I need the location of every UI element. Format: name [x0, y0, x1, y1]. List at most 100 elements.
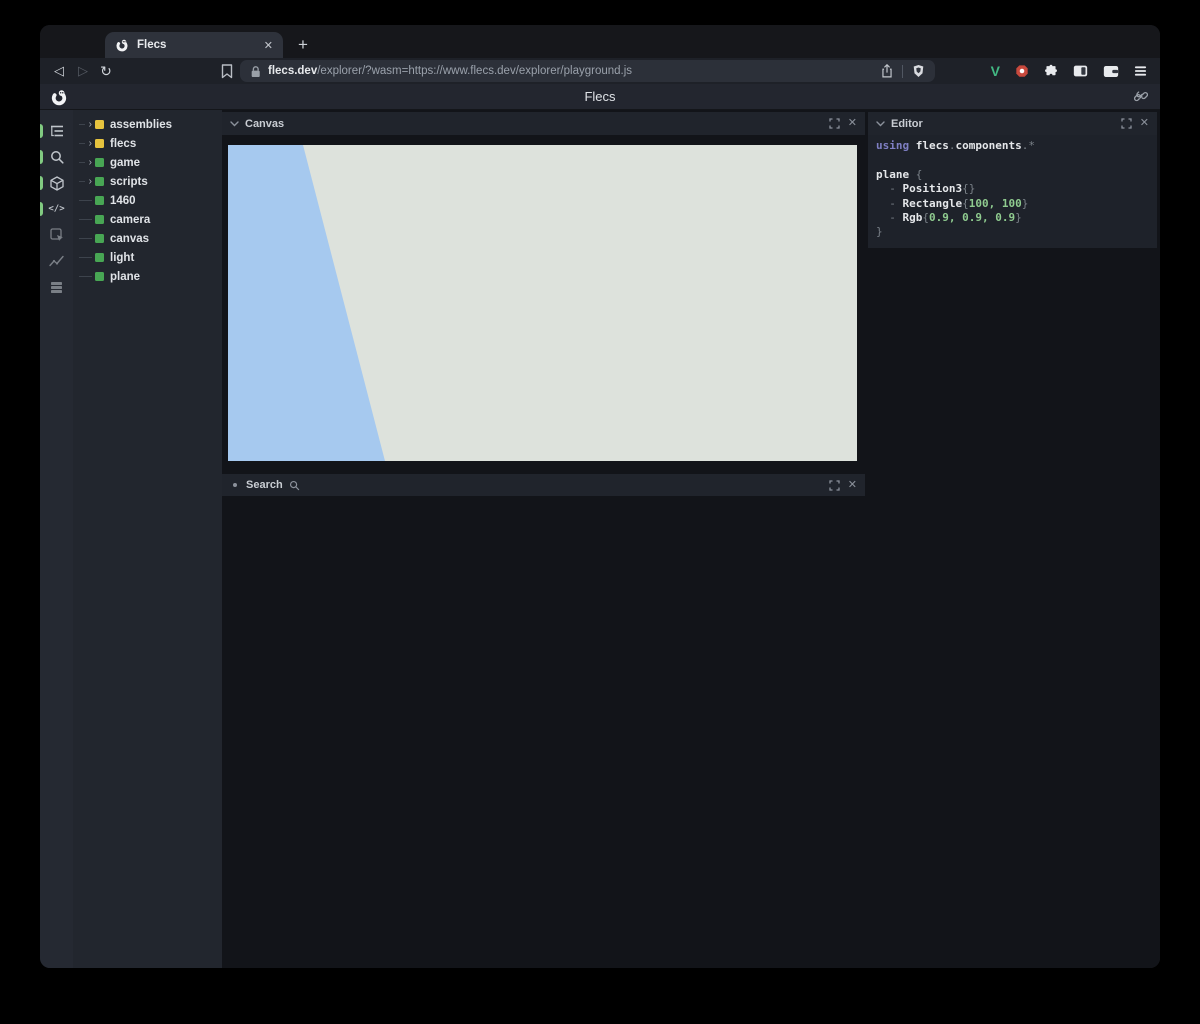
tool-search-icon[interactable] — [40, 144, 73, 170]
share-link-icon[interactable] — [1134, 90, 1148, 104]
active-indicator — [40, 176, 43, 190]
entity-color-swatch — [95, 272, 104, 281]
close-icon[interactable]: ✕ — [848, 480, 857, 491]
tool-code-icon[interactable]: </> — [40, 196, 73, 222]
tree-item-light[interactable]: light — [73, 248, 222, 267]
url-text[interactable]: flecs.dev/explorer/?wasm=https://www.fle… — [268, 65, 874, 77]
entity-label: light — [110, 252, 134, 264]
tool-inspect-icon[interactable] — [40, 222, 73, 248]
extensions-puzzle-icon[interactable] — [1044, 64, 1058, 78]
tool-entity-tree-icon[interactable] — [40, 118, 73, 144]
entity-color-swatch — [95, 196, 104, 205]
entity-color-swatch — [95, 253, 104, 262]
canvas-panel-title: Canvas — [245, 118, 823, 130]
fullscreen-icon[interactable] — [829, 480, 840, 491]
tab-favicon-flecs-logo — [115, 38, 129, 52]
active-indicator — [40, 124, 43, 138]
new-tab-button[interactable]: + — [290, 32, 316, 58]
tool-chart-icon[interactable] — [40, 248, 73, 274]
expand-arrow-icon[interactable]: › — [79, 172, 92, 191]
tree-connector — [79, 229, 92, 248]
expand-arrow-icon[interactable]: › — [79, 115, 92, 134]
tree-item-game[interactable]: › game — [73, 153, 222, 172]
url-bar[interactable]: flecs.dev/explorer/?wasm=https://www.fle… — [240, 60, 935, 82]
lock-icon — [250, 65, 261, 78]
entity-color-swatch — [95, 158, 104, 167]
entity-label: camera — [110, 214, 150, 226]
close-icon[interactable]: ✕ — [848, 118, 857, 129]
editor-panel-header: Editor ✕ — [868, 112, 1157, 135]
close-icon[interactable]: ✕ — [1140, 118, 1149, 129]
entity-color-swatch — [95, 234, 104, 243]
entity-label: flecs — [110, 138, 136, 150]
forward-button: ▷ — [72, 58, 94, 84]
wallet-icon[interactable] — [1103, 65, 1119, 78]
code-line — [876, 153, 1149, 167]
entity-label: game — [110, 157, 140, 169]
search-panel-header: Search ✕ — [222, 474, 865, 496]
app-header: Flecs — [40, 84, 1160, 110]
tree-item-flecs[interactable]: › flecs — [73, 134, 222, 153]
fullscreen-icon[interactable] — [829, 118, 840, 129]
tree-item-1460[interactable]: 1460 — [73, 191, 222, 210]
editor-panel-title: Editor — [891, 118, 1115, 130]
back-button[interactable]: ◁ — [48, 58, 70, 84]
tree-item-canvas[interactable]: canvas — [73, 229, 222, 248]
expand-arrow-icon[interactable]: › — [79, 153, 92, 172]
flecs-logo — [50, 88, 68, 106]
tree-connector — [79, 267, 92, 286]
entity-label: plane — [110, 271, 140, 283]
url-path: /explorer/?wasm=https://www.flecs.dev/ex… — [317, 65, 632, 77]
tree-item-plane[interactable]: plane — [73, 267, 222, 286]
chevron-down-icon[interactable] — [876, 121, 885, 127]
urlbar-separator — [902, 65, 903, 78]
share-icon[interactable] — [881, 64, 893, 78]
tree-item-assemblies[interactable]: ›assemblies — [73, 115, 222, 134]
collapsed-panel-dot[interactable] — [233, 483, 237, 487]
magnifier-icon — [289, 480, 823, 491]
canvas-panel-header: Canvas ✕ — [222, 112, 865, 135]
brave-shield-icon[interactable] — [912, 64, 925, 78]
reload-button[interactable]: ↻ — [95, 58, 117, 84]
entity-label: 1460 — [110, 195, 136, 207]
browser-window: Flecs ✕ + ◁ ▷ ↻ flecs.dev/explorer/?wasm… — [40, 25, 1160, 968]
tab-title: Flecs — [137, 39, 256, 51]
code-line: - Rectangle{100, 100} — [876, 197, 1149, 211]
page-title: Flecs — [40, 89, 1160, 104]
code-line: } — [876, 225, 1149, 239]
entity-color-swatch — [95, 177, 104, 186]
entity-tree-panel: ›assemblies›flecs›game›scripts1460camera… — [73, 110, 222, 968]
tool-strip: </> — [40, 110, 73, 968]
tool-stats-icon[interactable] — [40, 274, 73, 300]
search-panel-title: Search — [246, 479, 283, 491]
entity-color-swatch — [95, 139, 104, 148]
entity-tree-list: ›assemblies›flecs›game›scripts1460camera… — [73, 110, 222, 286]
menu-icon[interactable] — [1134, 65, 1147, 77]
tool-cube-icon[interactable] — [40, 170, 73, 196]
tree-connector — [79, 191, 92, 210]
code-line: - Position3{} — [876, 182, 1149, 196]
editor-code[interactable]: using flecs.components.* plane { - Posit… — [868, 135, 1157, 248]
browser-tab-bar: Flecs ✕ + — [40, 25, 1160, 58]
tool-list: </> — [40, 118, 73, 300]
bookmark-icon[interactable] — [217, 61, 237, 81]
entity-color-swatch — [95, 120, 104, 129]
tree-connector — [79, 248, 92, 267]
vue-devtools-icon[interactable]: V — [991, 63, 1000, 79]
extensions-row: V — [991, 58, 1147, 84]
tree-connector — [79, 210, 92, 229]
fullscreen-icon[interactable] — [1121, 118, 1132, 129]
expand-arrow-icon[interactable]: › — [79, 134, 92, 153]
red-extension-icon[interactable] — [1015, 64, 1029, 78]
render-canvas[interactable] — [228, 145, 857, 461]
browser-tab[interactable]: Flecs ✕ — [105, 32, 283, 58]
tab-close-icon[interactable]: ✕ — [264, 39, 273, 52]
tree-item-camera[interactable]: camera — [73, 210, 222, 229]
chevron-down-icon[interactable] — [230, 121, 239, 127]
code-line: - Rgb{0.9, 0.9, 0.9} — [876, 211, 1149, 225]
tree-item-scripts[interactable]: › scripts — [73, 172, 222, 191]
entity-label: scripts — [110, 176, 148, 188]
sidebar-toggle-icon[interactable] — [1073, 64, 1088, 78]
browser-toolbar: ◁ ▷ ↻ flecs.dev/explorer/?wasm=https://w… — [40, 58, 1160, 84]
url-domain: flecs.dev — [268, 65, 317, 77]
